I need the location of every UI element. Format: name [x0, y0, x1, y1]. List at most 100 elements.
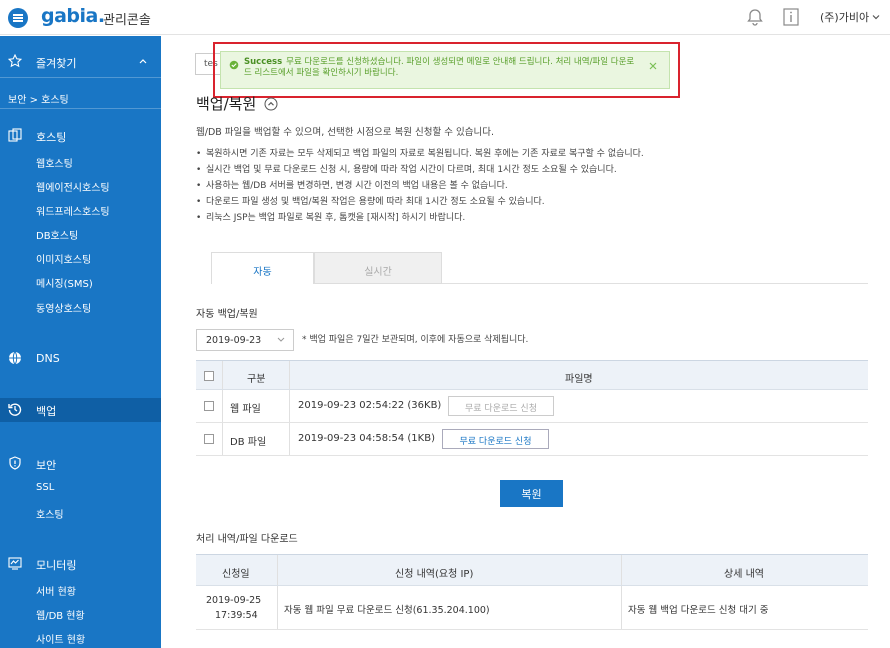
- row-type: 웹 파일: [230, 404, 261, 415]
- sidebar-section-label: DNS: [36, 352, 60, 365]
- chevron-down-icon[interactable]: [872, 13, 880, 21]
- column-divider: [289, 390, 290, 422]
- gabia-logo[interactable]: gabia.: [41, 5, 105, 27]
- sidebar-item-video-hosting[interactable]: 동영상호스팅: [36, 300, 91, 315]
- sidebar-favorites[interactable]: 즐겨찾기: [0, 53, 161, 71]
- notice-item: 실시간 백업 및 무료 다운로드 신청 시, 용량에 따라 작업 시간이 다르며…: [196, 162, 644, 178]
- sidebar-item-db-hosting[interactable]: DB호스팅: [36, 227, 78, 242]
- table-header: 구분 파일명: [196, 360, 868, 390]
- row-date: 2019-09-25: [206, 595, 262, 606]
- column-divider: [277, 586, 278, 629]
- tab-realtime[interactable]: 실시간: [314, 252, 442, 284]
- header-filename: 파일명: [565, 374, 593, 385]
- sidebar-item-server-status[interactable]: 서버 현황: [36, 583, 76, 598]
- sidebar-item-image-hosting[interactable]: 이미지호스팅: [36, 251, 91, 266]
- sidebar-section-label: 보안: [36, 459, 57, 472]
- column-divider: [222, 423, 223, 455]
- column-divider: [222, 390, 223, 422]
- column-divider: [289, 423, 290, 455]
- free-download-button[interactable]: 무료 다운로드 신청: [442, 429, 549, 449]
- sidebar-item-monitoring[interactable]: 모니터링: [0, 554, 161, 574]
- sidebar-item-hosting[interactable]: 호스팅: [0, 126, 161, 146]
- restore-button[interactable]: 복원: [500, 480, 563, 507]
- sidebar-item-wordpress-hosting[interactable]: 워드프레스호스팅: [36, 203, 110, 218]
- page-title: 백업/복원: [196, 95, 257, 113]
- notice-list: 복원하시면 기존 자료는 모두 삭제되고 백업 파일의 자료로 복원됩니다. 복…: [196, 146, 644, 226]
- retention-note: * 백업 파일은 7일간 보관되며, 이후에 자동으로 삭제됩니다.: [302, 335, 529, 345]
- close-icon[interactable]: [648, 61, 658, 71]
- sidebar-section-label: 모니터링: [36, 559, 77, 572]
- monitor-icon: [8, 557, 22, 570]
- row-detail: 자동 웹 백업 다운로드 신청 대기 중: [628, 605, 769, 616]
- row-time: 17:39:54: [215, 610, 258, 621]
- sidebar-item-dns[interactable]: DNS: [0, 349, 161, 369]
- notice-item: 복원하시면 기존 자료는 모두 삭제되고 백업 파일의 자료로 복원됩니다. 복…: [196, 146, 644, 162]
- row-filename: 2019-09-23 02:54:22 (36KB): [298, 400, 442, 411]
- select-all-checkbox[interactable]: [204, 371, 214, 381]
- column-divider: [222, 361, 223, 389]
- sidebar-item-ssl[interactable]: SSL: [36, 482, 54, 493]
- sidebar-item-sms[interactable]: 메시징(SMS): [36, 275, 93, 290]
- success-toast: Success 무료 다운로드를 신청하셨습니다. 파일이 생성되면 메일로 안내…: [220, 51, 670, 89]
- table-header: 신청일 신청 내역(요청 IP) 상세 내역: [196, 554, 868, 586]
- backup-table: 구분 파일명 웹 파일 2019-09-23 02:54:22 (36KB) 무…: [196, 360, 868, 456]
- history-label: 처리 내역/파일 다운로드: [196, 534, 298, 545]
- notice-item: 사용하는 웹/DB 서버를 변경하면, 변경 시간 이전의 백업 내용은 볼 수…: [196, 178, 644, 194]
- sidebar-section-label: 호스팅: [36, 131, 67, 144]
- notice-item: 다운로드 파일 생성 및 백업/복원 작업은 용량에 따라 최대 1시간 정도 …: [196, 194, 644, 210]
- sidebar-item-agency-hosting[interactable]: 웹에이전시호스팅: [36, 179, 110, 194]
- notice-icon[interactable]: [783, 8, 799, 26]
- chevron-down-icon[interactable]: [277, 337, 285, 343]
- tab-divider: [442, 283, 868, 284]
- header-detail: 상세 내역: [724, 569, 764, 580]
- column-divider: [621, 555, 622, 585]
- free-download-button[interactable]: 무료 다운로드 신청: [448, 396, 554, 416]
- table-row: 웹 파일 2019-09-23 02:54:22 (36KB) 무료 다운로드 …: [196, 390, 868, 423]
- shield-icon: [9, 456, 21, 470]
- bell-icon[interactable]: [745, 7, 765, 27]
- hosting-icon: [8, 128, 22, 142]
- history-table: 신청일 신청 내역(요청 IP) 상세 내역 2019-09-25 17:39:…: [196, 554, 868, 630]
- sidebar: 즐겨찾기 보안 > 호스팅 호스팅 웹호스팅 웹에이전시호스팅 워드프레스호스팅…: [0, 36, 161, 648]
- sidebar-item-backup[interactable]: 백업: [0, 400, 161, 420]
- header-date: 신청일: [222, 569, 250, 580]
- chevron-up-circle-icon[interactable]: [264, 97, 278, 111]
- sidebar-item-site-status[interactable]: 사이트 현황: [36, 631, 85, 646]
- tab-auto[interactable]: 자동: [211, 252, 314, 284]
- sidebar-section-label: 백업: [36, 405, 57, 418]
- top-bar: gabia. 관리콘솔 (주)가비아: [0, 0, 890, 35]
- sidebar-divider: [0, 77, 161, 78]
- main-content: tes Success 무료 다운로드를 신청하셨습니다. 파일이 생성되면 메일…: [161, 36, 890, 648]
- notice-item: 리눅스 JSP는 백업 파일로 복원 후, 톰캣을 [재시작] 하시기 바랍니다…: [196, 210, 644, 226]
- table-row: DB 파일 2019-09-23 04:58:54 (1KB) 무료 다운로드 …: [196, 423, 868, 456]
- header-type: 구분: [247, 374, 266, 385]
- sidebar-breadcrumb[interactable]: 보안 > 호스팅: [8, 91, 69, 106]
- console-title: 관리콘솔: [103, 13, 151, 28]
- row-checkbox[interactable]: [204, 434, 214, 444]
- sidebar-divider: [0, 108, 161, 109]
- row-type: DB 파일: [230, 437, 267, 448]
- toast-title: Success: [244, 57, 283, 67]
- column-divider: [289, 361, 290, 389]
- sidebar-item-web-hosting[interactable]: 웹호스팅: [36, 155, 73, 170]
- globe-icon: [9, 351, 21, 365]
- column-divider: [277, 555, 278, 585]
- check-circle-icon: [229, 60, 239, 70]
- company-name[interactable]: (주)가비아: [820, 9, 869, 25]
- chevron-up-icon[interactable]: [138, 57, 148, 65]
- menu-icon[interactable]: [8, 8, 28, 28]
- star-icon: [8, 54, 22, 68]
- sidebar-favorites-label: 즐겨찾기: [36, 57, 77, 70]
- row-checkbox[interactable]: [204, 401, 214, 411]
- sidebar-item-webdb-status[interactable]: 웹/DB 현황: [36, 607, 85, 622]
- backup-icon: [8, 403, 22, 416]
- table-row: 2019-09-25 17:39:54 자동 웹 파일 무료 다운로드 신청(6…: [196, 586, 868, 630]
- header-request: 신청 내역(요청 IP): [395, 569, 474, 580]
- toast-message: 무료 다운로드를 신청하셨습니다. 파일이 생성되면 메일로 안내해 드립니다.…: [244, 57, 635, 78]
- intro-text: 웹/DB 파일을 백업할 수 있으며, 선택한 시점으로 복원 신청할 수 있습…: [196, 127, 494, 138]
- row-filename: 2019-09-23 04:58:54 (1KB): [298, 433, 435, 444]
- sidebar-item-security-hosting[interactable]: 호스팅: [36, 506, 64, 521]
- auto-backup-label: 자동 백업/복원: [196, 309, 258, 320]
- sidebar-item-security[interactable]: 보안: [0, 454, 161, 474]
- row-request: 자동 웹 파일 무료 다운로드 신청(61.35.204.100): [284, 605, 490, 616]
